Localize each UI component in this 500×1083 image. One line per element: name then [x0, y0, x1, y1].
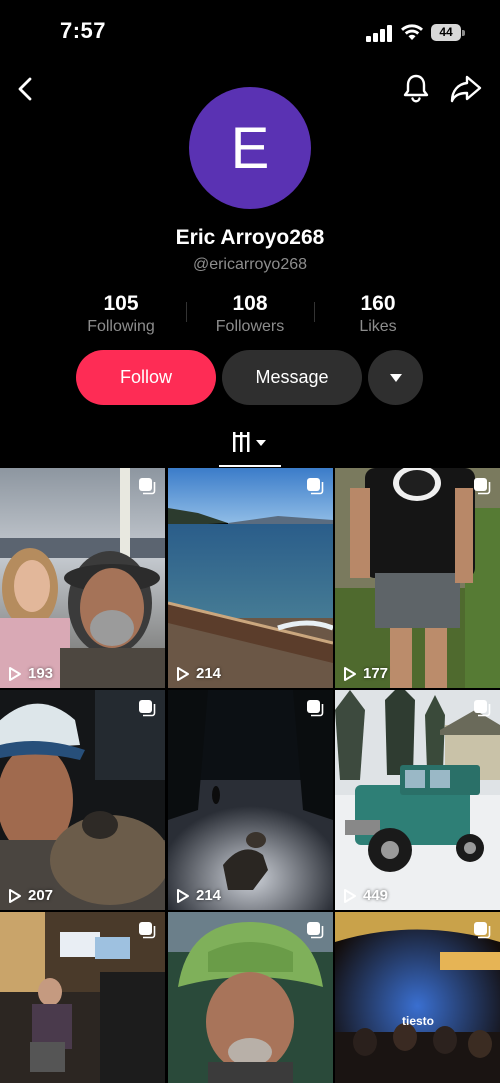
back-icon[interactable]	[14, 76, 38, 102]
follow-button[interactable]: Follow	[76, 350, 216, 405]
stat-label: Following	[87, 318, 155, 335]
status-time: 7:57	[60, 18, 107, 43]
multi-photo-icon	[307, 478, 324, 495]
stat-value: 105	[103, 292, 139, 315]
cellular-signal-icon	[366, 24, 392, 42]
profile-handle: @ericarroyo268	[192, 256, 308, 273]
video-tile[interactable]: 214	[168, 468, 333, 688]
video-tile[interactable]	[168, 912, 333, 1083]
video-thumbnail-selfie	[0, 468, 165, 688]
view-count-value: 193	[28, 665, 54, 682]
stat-followers[interactable]: 108 Followers	[180, 292, 320, 336]
wifi-icon	[401, 24, 423, 40]
grid-icon	[233, 432, 266, 452]
video-tile[interactable]: 177	[335, 468, 500, 688]
stat-value: 108	[232, 292, 268, 315]
play-icon	[9, 666, 21, 681]
video-thumbnail-snow-night	[168, 690, 333, 910]
video-tile[interactable]: 449	[335, 690, 500, 910]
stat-label: Likes	[359, 318, 397, 335]
multi-photo-icon	[139, 922, 156, 939]
play-icon	[9, 888, 21, 903]
tab-active-indicator	[219, 465, 281, 467]
share-icon[interactable]	[449, 74, 483, 104]
play-icon	[344, 666, 356, 681]
view-count: 214	[176, 665, 221, 682]
video-tile[interactable]: 193	[0, 468, 165, 688]
view-count: 214	[176, 887, 221, 904]
multi-photo-icon	[139, 478, 156, 495]
video-tile[interactable]: 214	[168, 690, 333, 910]
video-tile[interactable]: tiesto	[335, 912, 500, 1083]
avatar: E	[189, 87, 311, 209]
video-tile[interactable]: 207	[0, 690, 165, 910]
stat-likes[interactable]: 160 Likes	[308, 292, 448, 336]
video-thumbnail-cap-selfie	[0, 690, 165, 910]
tab-videos[interactable]	[219, 428, 281, 468]
view-count: 449	[343, 887, 388, 904]
play-icon	[344, 888, 356, 903]
battery-icon: 44	[431, 24, 461, 41]
view-count: 207	[8, 887, 53, 904]
stat-following[interactable]: 105 Following	[51, 292, 191, 336]
message-button[interactable]: Message	[222, 350, 362, 405]
view-count-value: 177	[363, 665, 389, 682]
profile-name: Eric Arroyo268	[175, 226, 325, 249]
play-icon	[177, 666, 189, 681]
stat-label: Followers	[215, 318, 285, 335]
view-count: 193	[8, 665, 53, 682]
stat-value: 160	[360, 292, 396, 315]
video-grid: 193 214 177 207 214 449 tiesto	[0, 468, 500, 1083]
view-count-value: 214	[196, 665, 222, 682]
view-count-value: 214	[196, 887, 222, 904]
notification-bell-icon[interactable]	[401, 72, 431, 104]
multi-photo-icon	[307, 922, 324, 939]
view-count-value: 449	[363, 887, 389, 904]
multi-photo-icon	[474, 922, 491, 939]
play-icon	[177, 888, 189, 903]
battery-tip	[462, 30, 465, 36]
caret-down-icon	[389, 373, 402, 382]
multi-photo-icon	[307, 700, 324, 717]
more-options-button[interactable]	[368, 350, 423, 405]
video-thumbnail-truck-snow	[335, 690, 500, 910]
video-thumbnail-lake	[168, 468, 333, 688]
view-count: 177	[343, 665, 388, 682]
multi-photo-icon	[474, 700, 491, 717]
multi-photo-icon	[139, 700, 156, 717]
view-count-value: 207	[28, 887, 54, 904]
video-tile[interactable]	[0, 912, 165, 1083]
multi-photo-icon	[474, 478, 491, 495]
overlay-text: tiesto	[402, 1014, 435, 1028]
video-thumbnail-shirt	[335, 468, 500, 688]
